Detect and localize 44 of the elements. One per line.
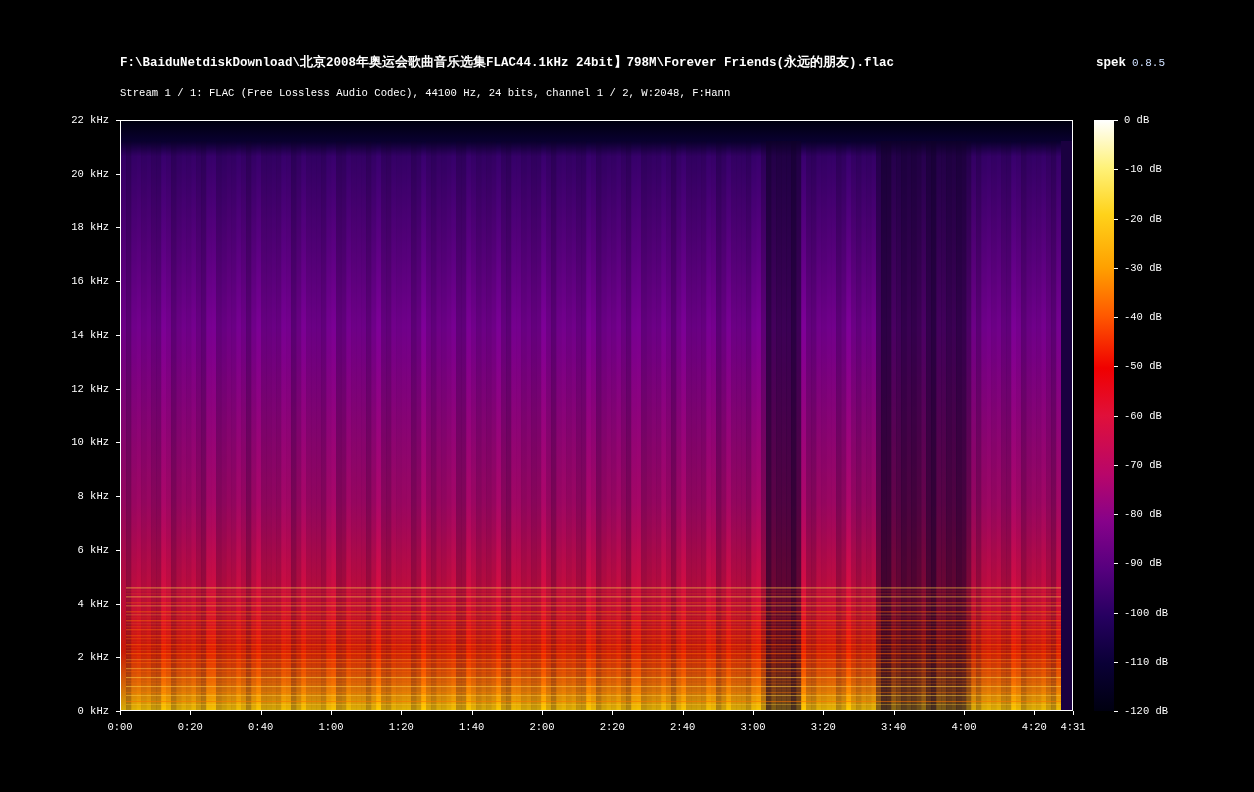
frequency-label: 14 kHz bbox=[71, 328, 109, 341]
frequency-label: 12 kHz bbox=[71, 382, 109, 395]
frequency-label: 2 kHz bbox=[77, 651, 109, 664]
decibel-label: -30 dB bbox=[1124, 261, 1162, 274]
app-name: spek bbox=[1095, 56, 1126, 70]
decibel-label: -80 dB bbox=[1124, 508, 1162, 520]
decibel-label: -40 dB bbox=[1124, 311, 1162, 323]
decibel-label: -10 dB bbox=[1124, 163, 1162, 176]
time-label: 0:20 bbox=[177, 721, 203, 733]
time-label: 3:20 bbox=[810, 721, 836, 733]
frequency-label: 0 kHz bbox=[77, 705, 109, 717]
decibel-label: -70 dB bbox=[1124, 458, 1162, 471]
time-label: 2:00 bbox=[529, 721, 555, 733]
decibel-label: -50 dB bbox=[1124, 360, 1162, 373]
frequency-label: 4 kHz bbox=[77, 597, 109, 610]
decibel-label: 0 dB bbox=[1124, 114, 1150, 126]
time-label: 1:00 bbox=[318, 721, 344, 733]
frequency-label: 8 kHz bbox=[77, 490, 109, 503]
time-label: 2:40 bbox=[670, 721, 696, 733]
frequency-label: 16 kHz bbox=[71, 275, 109, 288]
time-label: 1:40 bbox=[459, 721, 485, 733]
frequency-label: 22 kHz bbox=[71, 114, 109, 126]
time-label: 4:20 bbox=[1021, 721, 1047, 733]
time-label: 1:20 bbox=[388, 721, 414, 733]
time-label: 0:00 bbox=[107, 721, 133, 733]
decibel-label: -20 dB bbox=[1124, 212, 1162, 225]
decibel-label: -100 dB bbox=[1124, 606, 1169, 619]
frequency-label: 6 kHz bbox=[77, 543, 109, 556]
time-label: 0:40 bbox=[248, 721, 274, 733]
decibel-label: -110 dB bbox=[1124, 655, 1169, 668]
decibel-label: -120 dB bbox=[1124, 705, 1169, 717]
file-path-title: F:\BaiduNetdiskDownload\北京2008年奥运会歌曲音乐选集FLAC44.1kHz 24bit】798M\Forever Friends(永远的朋友).flac bbox=[120, 54, 895, 71]
decibel-label: -60 dB bbox=[1124, 409, 1162, 422]
time-label: 3:00 bbox=[740, 721, 766, 733]
decibel-label: -90 dB bbox=[1124, 557, 1162, 570]
time-label: 4:00 bbox=[951, 721, 977, 733]
time-label: 3:40 bbox=[881, 721, 907, 733]
stream-info: Stream 1 / 1: FLAC (Free Lossless Audio Codec), 44100 Hz, 24 bits, channel 1 / 2, W:2048, F:Hann bbox=[120, 87, 731, 99]
time-label: 4:31 bbox=[1060, 721, 1086, 733]
frequency-label: 20 kHz bbox=[71, 167, 109, 180]
frequency-label: 18 kHz bbox=[71, 221, 109, 234]
app-version: 0.8.5 bbox=[1132, 57, 1165, 69]
time-label: 2:20 bbox=[599, 721, 625, 733]
frequency-label: 10 kHz bbox=[71, 436, 109, 449]
